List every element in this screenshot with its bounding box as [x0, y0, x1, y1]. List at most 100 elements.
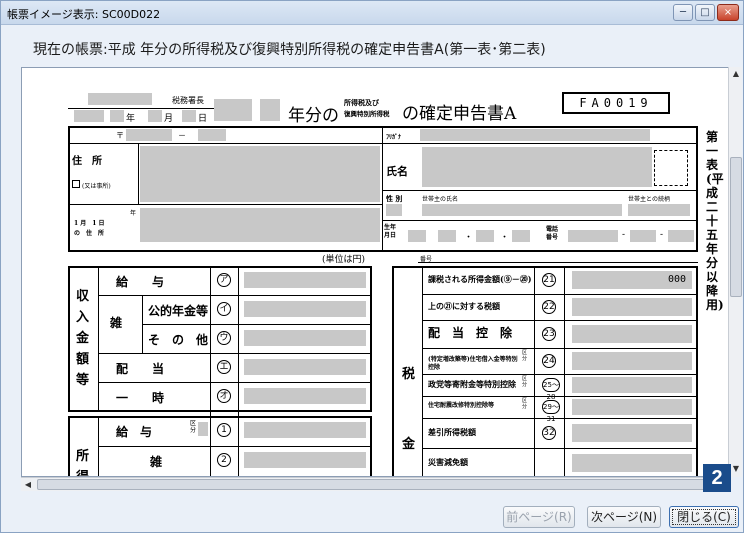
postal-dash: － — [178, 131, 186, 140]
date-year-label: 年 — [126, 114, 136, 124]
furigana-label: ﾌﾘｶﾞﾅ — [386, 134, 402, 141]
head-of-household-field — [422, 204, 622, 216]
maximize-button[interactable]: □ — [695, 4, 715, 21]
row-line — [422, 448, 698, 449]
income-row-circle: ア — [217, 273, 231, 287]
relation-label: 世帯主との続柄 — [628, 196, 670, 203]
phone-dash-2: - — [660, 230, 664, 240]
tax-return-form: 税務署長 年 月 日 年分の 所得税及び 復興特別所得税 の確定申告書A FA0… — [22, 68, 728, 476]
shotoku-row-label: 給 与 — [116, 425, 153, 439]
tax-row-label: 差引所得税額 — [428, 427, 476, 437]
income-row-amount-field — [244, 359, 366, 375]
step-badge: 2 — [703, 464, 731, 492]
date-underline — [68, 108, 218, 109]
row-line — [98, 353, 372, 354]
date-day-label: 日 — [198, 114, 208, 124]
jan1-year-label: 年 — [130, 210, 137, 217]
current-report-caption: 現在の帳票:平成 年分の所得税及び復興特別所得税の確定申告書A(第一表･第二表) — [33, 42, 546, 58]
income-row-label: 一 時 — [116, 391, 165, 405]
row-line — [422, 294, 698, 295]
tax-row-label: 上の㉑に対する税額 — [428, 301, 500, 311]
row-line — [382, 190, 698, 191]
vertical-scrollbar[interactable]: ▲ ▼ — [728, 67, 742, 477]
tax-row-amount-field — [572, 352, 692, 370]
report-preview-window: 帳票イメージ表示: SC00D022 ─ □ × 現在の帳票:平成 年分の所得税… — [0, 0, 744, 533]
shotoku-row-label: 雑 — [150, 455, 163, 469]
next-page-button[interactable]: 次ページ(N) — [587, 506, 661, 528]
income-row-label: そ の 他 — [148, 333, 209, 347]
col-line — [98, 266, 99, 412]
tax-row-amount-field — [572, 399, 692, 415]
heading-small-bottom: 復興特別所得税 — [344, 110, 390, 118]
phone-field-3 — [668, 230, 694, 242]
name-field — [422, 147, 652, 187]
phone-field-2 — [630, 230, 656, 242]
heading-small-top: 所得税及び — [344, 98, 379, 107]
tax-row-circle: 29～31 — [542, 400, 560, 423]
date-day-field — [182, 110, 196, 122]
tax-row-amount-field — [572, 454, 692, 472]
office-label: (又は事所) — [82, 183, 111, 190]
col-line — [142, 295, 143, 353]
income-row-circle: イ — [217, 302, 231, 316]
birth-label: 生年月日 — [384, 224, 397, 239]
date-month-label: 月 — [164, 114, 174, 124]
tax-row-label: (特定増改築等)住宅借入金等特別控除 — [428, 356, 518, 371]
tax-row-circle: 25～28 — [542, 378, 560, 401]
col-line — [422, 266, 423, 476]
close-button[interactable]: 閉じる(C) — [669, 506, 739, 528]
window-title: 帳票イメージ表示: SC00D022 — [7, 8, 161, 21]
income-row-circle: ウ — [217, 331, 231, 345]
income-row-circle: エ — [217, 360, 231, 374]
vertical-scroll-thumb[interactable] — [730, 157, 742, 297]
income-row-label: 公的年金等 — [148, 304, 209, 318]
scroll-left-button[interactable]: ◀ — [21, 478, 35, 491]
jan1-label-line2: の 住 所 — [74, 230, 105, 237]
report-image-viewport[interactable]: 税務署長 年 月 日 年分の 所得税及び 復興特別所得税 の確定申告書A FA0… — [21, 67, 729, 477]
row-line — [68, 204, 382, 205]
birth-era-field — [408, 230, 426, 242]
col-line — [138, 143, 139, 204]
horizontal-scrollbar[interactable]: ◀ ▶ — [21, 477, 729, 491]
office-checkbox[interactable] — [72, 180, 80, 188]
row-line — [418, 262, 698, 263]
sex-label: 性 別 — [386, 194, 403, 203]
horizontal-scroll-thumb[interactable] — [37, 479, 713, 490]
row-line — [422, 374, 698, 375]
prev-page-button[interactable]: 前ページ(R) — [503, 506, 575, 528]
close-window-button[interactable]: × — [717, 4, 739, 21]
tax-row-label: 住宅耐震改修特別控除等 — [428, 402, 495, 409]
phone-dash-1: - — [622, 230, 626, 240]
seal-box — [654, 150, 688, 186]
income-row-amount-field — [244, 272, 366, 288]
heading-year-field — [260, 99, 280, 121]
row-line — [422, 418, 698, 419]
shotoku-row-amount-field — [244, 452, 366, 468]
form-number-box: FA0019 — [562, 92, 670, 114]
row-line — [98, 382, 372, 383]
scroll-up-button[interactable]: ▲ — [730, 67, 742, 81]
address-label: 住 所 — [72, 156, 102, 167]
postal-mark: 〒 — [116, 131, 124, 140]
shotoku-row-circle: 1 — [217, 423, 231, 437]
kubun-label: 区分 — [522, 398, 528, 410]
date-era-field — [74, 110, 104, 122]
tax-row-label: 政党等寄附金等特別控除 — [428, 379, 516, 389]
row-line — [142, 324, 372, 325]
kubun-label: 区分 — [522, 350, 528, 362]
sex-field — [386, 204, 402, 216]
address-field — [140, 146, 380, 202]
tax-office-suffix: 税務署長 — [172, 96, 204, 105]
tax-row-circle: 21 — [542, 273, 556, 287]
postal-code-1 — [126, 129, 172, 141]
side-label: 第一表(平成二十五年分以降用) — [706, 130, 724, 312]
minimize-button[interactable]: ─ — [673, 4, 693, 21]
birth-dot-2: ・ — [500, 233, 510, 243]
income-group-label: 収入金額等 — [76, 289, 90, 388]
head-of-household-label: 世帯主の氏名 — [422, 196, 459, 203]
row-line — [422, 320, 698, 321]
birth-year-field — [438, 230, 456, 242]
tax-row-circle: 32 — [542, 426, 556, 440]
tax-row-label: 課税される所得金額(⑨－⑳) — [428, 274, 532, 284]
scroll-down-button[interactable]: ▼ — [730, 462, 742, 476]
